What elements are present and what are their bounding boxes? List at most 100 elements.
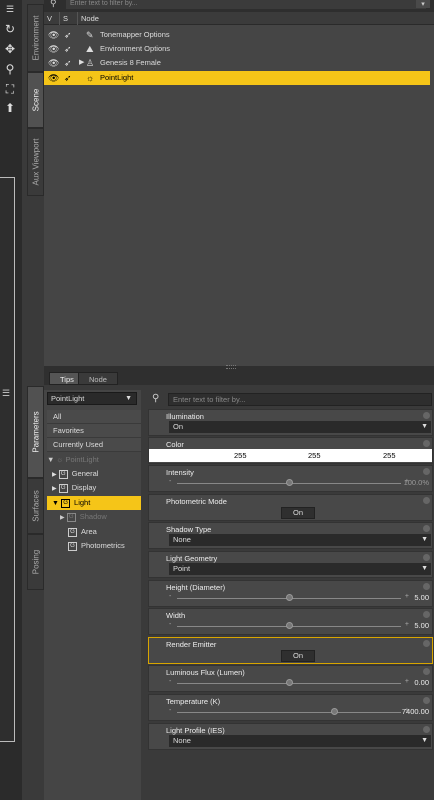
slider-knob[interactable] (331, 708, 339, 715)
render-emitter-toggle[interactable]: On (281, 650, 315, 662)
property-value[interactable]: 100.0% (404, 478, 429, 487)
property-label: Render Emitter (166, 640, 217, 649)
eye-icon[interactable]: 👁 (48, 71, 59, 85)
selectable-icon[interactable]: ➶ (64, 71, 72, 85)
left-pane (0, 177, 15, 742)
expand-arrow-icon[interactable]: ▶ (79, 56, 84, 70)
tree-root[interactable]: ▼ ☼ PointLight (47, 453, 141, 467)
chevron-down-icon: ▼ (421, 565, 428, 572)
eye-icon[interactable]: 👁 (48, 56, 59, 70)
chevron-down-icon[interactable]: ▾ (416, 0, 430, 8)
plus-icon[interactable]: + (405, 621, 409, 628)
category-all[interactable]: All (47, 410, 141, 424)
height-slider[interactable]: - + (169, 593, 409, 603)
tab-posing[interactable]: Posing (27, 534, 44, 590)
scene-row-selected[interactable]: 👁 ➶ ☼ PointLight (44, 71, 430, 85)
property-light-geometry[interactable]: Light Geometry Point ▼ (148, 551, 433, 578)
property-status-dot (423, 440, 430, 447)
home-icon[interactable]: ⬆ (3, 101, 17, 115)
color-swatch[interactable]: 255 255 255 (149, 449, 432, 462)
light-geometry-select[interactable]: Point ▼ (169, 563, 431, 575)
scene-row[interactable]: 👁 ➶ ⛰ Environment Options (44, 42, 430, 56)
column-v[interactable]: V (44, 12, 60, 25)
slider-knob[interactable] (285, 594, 293, 601)
expand-arrow-icon[interactable]: ▶ (60, 515, 65, 521)
property-luminous-flux[interactable]: Luminous Flux (Lumen) - + 0.00 (148, 665, 433, 692)
category-favorites[interactable]: Favorites (47, 424, 141, 438)
property-intensity[interactable]: Intensity - + 100.0% (148, 465, 433, 492)
collapse-arrow-icon[interactable]: ▼ (47, 455, 54, 464)
property-light-profile[interactable]: Light Profile (IES) None ▼ (148, 723, 433, 750)
zoom-icon[interactable]: ⚲ (3, 62, 17, 76)
selectable-icon[interactable]: ➶ (64, 42, 72, 56)
menu-icon[interactable]: ☰ (2, 388, 14, 400)
tab-node[interactable]: Node (78, 372, 118, 385)
app-window: ☰ ↻ ✥ ⚲ ⛶ ⬆ ☰ Environment Scene Aux View… (0, 0, 434, 800)
column-node[interactable]: Node (78, 12, 434, 25)
light-profile-select[interactable]: None ▼ (169, 735, 431, 747)
property-color[interactable]: Color 255 255 255 (148, 437, 433, 464)
property-height[interactable]: Height (Diameter) - + 5.00 (148, 580, 433, 607)
tree-item-display[interactable]: ▶ G Display (52, 481, 141, 495)
property-render-emitter[interactable]: Render Emitter On (148, 637, 433, 664)
slider-knob[interactable] (285, 479, 293, 486)
property-filter-input[interactable]: Enter text to filter by... (168, 393, 432, 406)
slider-knob[interactable] (285, 622, 293, 629)
select-value: None (173, 736, 191, 745)
tab-environment[interactable]: Environment (27, 4, 44, 72)
move-icon[interactable]: ✥ (3, 42, 17, 56)
expand-arrow-icon[interactable]: ▶ (52, 472, 57, 478)
tree-item-photometrics[interactable]: G Photometrics (68, 539, 141, 553)
tree-item-area[interactable]: G Area (68, 525, 141, 539)
tab-parameters[interactable]: Parameters (27, 386, 44, 478)
tree-item-light[interactable]: ▼ G Light (47, 496, 141, 510)
tab-surfaces[interactable]: Surfaces (27, 478, 44, 534)
selectable-icon[interactable]: ➶ (64, 56, 72, 70)
property-temperature[interactable]: Temperature (K) - + 7400.00 (148, 694, 433, 721)
node-dropdown[interactable]: PointLight ▼ (47, 392, 137, 405)
splitter-grip[interactable] (226, 365, 236, 369)
shadow-type-select[interactable]: None ▼ (169, 534, 431, 546)
property-value[interactable]: 5.00 (414, 593, 429, 602)
property-shadow-type[interactable]: Shadow Type None ▼ (148, 522, 433, 549)
tree-item-general[interactable]: ▶ G General (52, 467, 141, 481)
menu-icon[interactable]: ☰ (3, 2, 17, 16)
minus-icon[interactable]: - (169, 678, 171, 685)
property-width[interactable]: Width - + 5.00 (148, 608, 433, 635)
temperature-slider[interactable]: - + (169, 707, 409, 717)
tab-scene[interactable]: Scene (27, 72, 44, 128)
minus-icon[interactable]: - (169, 478, 171, 485)
minus-icon[interactable]: - (169, 707, 171, 714)
plus-icon[interactable]: + (405, 593, 409, 600)
luminous-flux-slider[interactable]: - + (169, 678, 409, 688)
property-status-dot (423, 525, 430, 532)
category-currently-used[interactable]: Currently Used (47, 438, 141, 452)
minus-icon[interactable]: - (169, 593, 171, 600)
photometric-mode-toggle[interactable]: On (281, 507, 315, 519)
collapse-arrow-icon[interactable]: ▼ (52, 500, 59, 507)
scene-row[interactable]: 👁 ➶ ▶ ♙ Genesis 8 Female (44, 56, 430, 70)
plus-icon[interactable]: + (405, 678, 409, 685)
illumination-select[interactable]: On ▼ (169, 421, 431, 433)
property-illumination[interactable]: Illumination On ▼ (148, 409, 433, 436)
minus-icon[interactable]: - (169, 621, 171, 628)
scene-filter-input[interactable]: Enter text to filter by... (66, 0, 426, 9)
rotate-icon[interactable]: ↻ (3, 22, 17, 36)
width-slider[interactable]: - + (169, 621, 409, 631)
expand-arrow-icon[interactable]: ▶ (52, 486, 57, 492)
row-label: Genesis 8 Female (100, 58, 161, 67)
frame-icon[interactable]: ⛶ (3, 82, 17, 96)
tree-item-shadow[interactable]: ▶ G Shadow (60, 510, 141, 524)
column-s[interactable]: S (60, 12, 78, 25)
property-value[interactable]: 7400.00 (402, 707, 429, 716)
eye-icon[interactable]: 👁 (48, 42, 59, 56)
property-photometric-mode[interactable]: Photometric Mode On (148, 494, 433, 521)
intensity-slider[interactable]: - + (169, 478, 409, 488)
property-value[interactable]: 0.00 (414, 678, 429, 687)
eye-icon[interactable]: 👁 (48, 28, 59, 42)
property-value[interactable]: 5.00 (414, 621, 429, 630)
slider-knob[interactable] (285, 679, 293, 686)
selectable-icon[interactable]: ➶ (64, 28, 72, 42)
tab-aux-viewport[interactable]: Aux Viewport (27, 128, 44, 196)
scene-row[interactable]: 👁 ➶ ✎ Tonemapper Options (44, 28, 430, 42)
